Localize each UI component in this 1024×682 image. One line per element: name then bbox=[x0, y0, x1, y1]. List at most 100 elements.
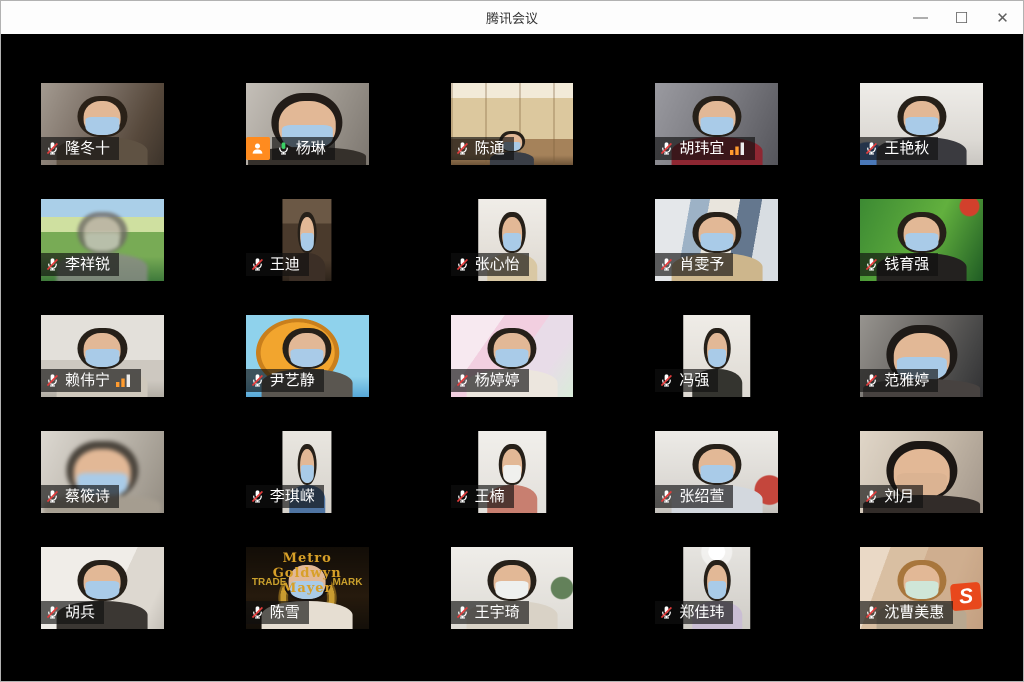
participant-tile[interactable]: 张心怡 bbox=[451, 199, 574, 281]
participant-tile[interactable]: 胡兵 bbox=[41, 547, 164, 629]
participant-name: 冯强 bbox=[679, 373, 709, 388]
participant-nameplate: 刘月 bbox=[860, 485, 923, 508]
participant-tile[interactable]: 王宇琦 bbox=[451, 547, 574, 629]
participant-nameplate: 王宇琦 bbox=[451, 601, 529, 624]
participant-tile[interactable]: 隆冬十 bbox=[41, 83, 164, 165]
minimize-button[interactable]: — bbox=[900, 1, 941, 34]
muted-mic-icon bbox=[659, 489, 674, 504]
maximize-button[interactable]: ☐ bbox=[941, 1, 982, 34]
participant-nameplate: 范雅婷 bbox=[860, 369, 938, 392]
participant-tile[interactable]: 杨婷婷 bbox=[451, 315, 574, 397]
participant-name: 尹艺静 bbox=[270, 373, 315, 388]
participant-name: 蔡筱诗 bbox=[65, 489, 110, 504]
participant-tile[interactable]: 刘月 bbox=[860, 431, 983, 513]
participant-nameplate: 肖雯予 bbox=[655, 253, 733, 276]
muted-mic-icon bbox=[864, 257, 879, 272]
mgm-background-text: Metro Goldwyn Mayer bbox=[246, 551, 369, 596]
muted-mic-icon bbox=[659, 257, 674, 272]
participant-nameplate: 隆冬十 bbox=[41, 137, 119, 160]
participant-tile[interactable]: 蔡筱诗 bbox=[41, 431, 164, 513]
participant-tile[interactable]: 冯强 bbox=[655, 315, 778, 397]
participant-name: 郑佳玮 bbox=[679, 605, 724, 620]
meeting-stage: 隆冬十 杨琳 陈通 胡玮宜 bbox=[1, 34, 1023, 681]
participant-name: 杨婷婷 bbox=[475, 373, 520, 388]
participant-name: 李琪嵘 bbox=[270, 489, 315, 504]
participant-name: 赖伟宁 bbox=[65, 373, 110, 388]
participant-nameplate: 郑佳玮 bbox=[655, 601, 733, 624]
participant-nameplate: 李祥锐 bbox=[41, 253, 119, 276]
network-signal-icon bbox=[115, 373, 132, 388]
muted-mic-icon bbox=[864, 489, 879, 504]
participant-nameplate: 王楠 bbox=[451, 485, 514, 508]
participant-tile[interactable]: 钱育强 bbox=[860, 199, 983, 281]
participant-tile[interactable]: 杨琳 bbox=[246, 83, 369, 165]
participant-nameplate: 王迪 bbox=[246, 253, 309, 276]
participant-name: 胡兵 bbox=[65, 605, 95, 620]
participant-nameplate: 胡玮宜 bbox=[655, 137, 755, 160]
muted-mic-icon bbox=[455, 489, 470, 504]
title-bar: 腾讯会议 — ☐ ✕ bbox=[1, 1, 1023, 34]
participant-tile[interactable]: Metro Goldwyn Mayer TRADE MARK 陈雪 bbox=[246, 547, 369, 629]
participant-nameplate: 王艳秋 bbox=[860, 137, 938, 160]
network-signal-icon bbox=[729, 141, 746, 156]
participant-nameplate: 蔡筱诗 bbox=[41, 485, 119, 508]
participant-nameplate: 陈通 bbox=[451, 137, 514, 160]
muted-mic-icon bbox=[250, 605, 265, 620]
participant-name: 王艳秋 bbox=[884, 141, 929, 156]
participant-nameplate: 赖伟宁 bbox=[41, 369, 141, 392]
muted-mic-icon bbox=[45, 141, 60, 156]
muted-mic-icon bbox=[455, 141, 470, 156]
participant-tile[interactable]: 李祥锐 bbox=[41, 199, 164, 281]
muted-mic-icon bbox=[659, 605, 674, 620]
participant-tile[interactable]: 张绍萱 bbox=[655, 431, 778, 513]
muted-mic-icon bbox=[659, 141, 674, 156]
participant-tile[interactable]: 王迪 bbox=[246, 199, 369, 281]
participant-tile[interactable]: 范雅婷 bbox=[860, 315, 983, 397]
participant-tile[interactable]: S 沈曹美惠 bbox=[860, 547, 983, 629]
participant-name: 钱育强 bbox=[884, 257, 929, 272]
participant-nameplate: 陈雪 bbox=[246, 601, 309, 624]
muted-mic-icon bbox=[864, 605, 879, 620]
muted-mic-icon bbox=[45, 605, 60, 620]
window-controls: — ☐ ✕ bbox=[900, 1, 1023, 34]
participant-nameplate: 杨琳 bbox=[272, 137, 335, 160]
muted-mic-icon bbox=[455, 373, 470, 388]
participant-tile[interactable]: 王艳秋 bbox=[860, 83, 983, 165]
mgm-trade-text: TRADE bbox=[252, 577, 286, 588]
muted-mic-icon bbox=[45, 257, 60, 272]
participant-name: 张心怡 bbox=[475, 257, 520, 272]
participant-name: 陈雪 bbox=[270, 605, 300, 620]
participant-nameplate: 张心怡 bbox=[451, 253, 529, 276]
participant-name: 张绍萱 bbox=[679, 489, 724, 504]
close-button[interactable]: ✕ bbox=[982, 1, 1023, 34]
participant-name: 王宇琦 bbox=[475, 605, 520, 620]
participant-tile[interactable]: 肖雯予 bbox=[655, 199, 778, 281]
participant-tile[interactable]: 李琪嵘 bbox=[246, 431, 369, 513]
participant-nameplate: 李琪嵘 bbox=[246, 485, 324, 508]
muted-mic-icon bbox=[455, 605, 470, 620]
participant-tile[interactable]: 郑佳玮 bbox=[655, 547, 778, 629]
muted-mic-icon bbox=[45, 373, 60, 388]
participant-nameplate: 胡兵 bbox=[41, 601, 104, 624]
muted-mic-icon bbox=[864, 141, 879, 156]
participant-tile[interactable]: 王楠 bbox=[451, 431, 574, 513]
participant-name: 隆冬十 bbox=[65, 141, 110, 156]
window-title: 腾讯会议 bbox=[486, 8, 538, 27]
muted-mic-icon bbox=[45, 489, 60, 504]
mgm-mark-text: MARK bbox=[332, 577, 362, 588]
muted-mic-icon bbox=[659, 373, 674, 388]
participant-tile[interactable]: 尹艺静 bbox=[246, 315, 369, 397]
participant-name: 王楠 bbox=[475, 489, 505, 504]
participant-name: 范雅婷 bbox=[884, 373, 929, 388]
participant-tile[interactable]: 胡玮宜 bbox=[655, 83, 778, 165]
muted-mic-icon bbox=[250, 257, 265, 272]
participant-tile[interactable]: 陈通 bbox=[451, 83, 574, 165]
tencent-meeting-window: 腾讯会议 — ☐ ✕ 隆冬十 杨琳 bbox=[0, 0, 1024, 682]
participant-name: 沈曹美惠 bbox=[884, 605, 944, 620]
muted-mic-icon bbox=[864, 373, 879, 388]
video-grid: 隆冬十 杨琳 陈通 胡玮宜 bbox=[1, 67, 1023, 645]
participant-tile[interactable]: 赖伟宁 bbox=[41, 315, 164, 397]
unmuted-mic-icon bbox=[276, 141, 291, 156]
participant-nameplate: 沈曹美惠 bbox=[860, 601, 953, 624]
participant-nameplate: 杨婷婷 bbox=[451, 369, 529, 392]
